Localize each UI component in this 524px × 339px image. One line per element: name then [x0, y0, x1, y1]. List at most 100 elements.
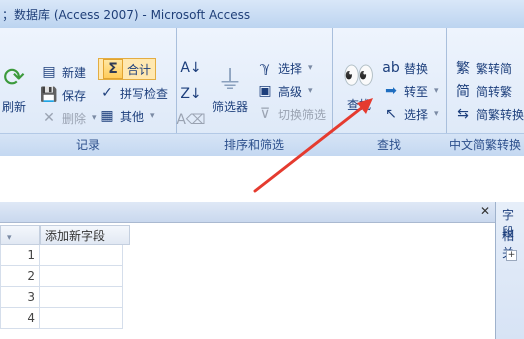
- to-simplified-icon: 繁: [456, 61, 470, 77]
- goto-icon: ➡: [385, 83, 397, 99]
- empty-cell[interactable]: [40, 287, 123, 308]
- find-button[interactable]: 👀 查找: [342, 58, 376, 113]
- advanced-filter-icon: ▣: [258, 83, 272, 99]
- save-button[interactable]: 💾 保存: [40, 85, 86, 105]
- datasheet-grid: ▾ 添加新字段 1 2 3 4: [0, 225, 130, 329]
- field-list-panel: 字段 相关 +: [495, 202, 524, 339]
- table-row[interactable]: 3: [0, 287, 130, 308]
- spelling-icon: ✓: [101, 85, 113, 101]
- refresh-button[interactable]: ⟳ 刷新: [0, 60, 30, 115]
- delete-icon: ✕: [43, 110, 55, 126]
- to-traditional-icon: 简: [456, 84, 470, 100]
- empty-cell[interactable]: [40, 245, 123, 266]
- group-find: 👀 查找 ab 替换 ➡ 转至 ▾ ↖ 选择 ▾ 查找: [332, 28, 447, 156]
- empty-cell[interactable]: [40, 308, 123, 329]
- message-bar: [0, 156, 524, 203]
- group-find-label: 查找: [332, 133, 446, 156]
- cursor-icon: ↖: [385, 106, 397, 122]
- row-number: 2: [0, 266, 40, 287]
- to-traditional-label: 简转繁: [476, 84, 513, 99]
- group-sort-filter: A↓ Z↓ A⌫ ⏚ 筛选器 ℽ 选择 ▾ ▣ 高级 ▾ ⊽ 切换筛选 排序和筛…: [176, 28, 333, 156]
- save-label: 保存: [62, 88, 87, 103]
- delete-button[interactable]: ✕ 删除 ▾: [40, 108, 97, 128]
- dropdown-arrow-icon: ▾: [434, 109, 439, 119]
- totals-label: 合计: [127, 62, 152, 77]
- sigma-icon: Σ: [103, 59, 123, 79]
- dropdown-arrow-icon: ▾: [434, 86, 439, 96]
- table-icon: ▦: [100, 108, 114, 124]
- replace-label: 替换: [404, 61, 429, 76]
- sort-ascending-button[interactable]: A↓: [180, 58, 202, 78]
- selection-filter-label: 选择: [278, 61, 303, 76]
- toggle-filter-label: 切换筛选: [278, 107, 327, 122]
- binoculars-icon: 👀: [342, 61, 376, 91]
- group-records: ⟳ 刷新 ▤ 新建 💾 保存 ✕ 删除 ▾ Σ 合计 ✓ 拼写检查 ▦ 其他 ▾: [0, 28, 177, 156]
- conversion-icon: ⇆: [457, 106, 469, 122]
- group-chinese-conversion-label: 中文简繁转换: [446, 133, 524, 156]
- expand-icon[interactable]: +: [506, 250, 517, 261]
- add-field-header[interactable]: 添加新字段: [40, 225, 130, 245]
- empty-cell[interactable]: [40, 266, 123, 287]
- totals-button[interactable]: Σ 合计: [98, 58, 157, 80]
- group-sort-filter-label: 排序和筛选: [176, 133, 332, 156]
- to-simplified-label: 繁转简: [476, 61, 513, 76]
- table-row[interactable]: 4: [0, 308, 130, 329]
- toggle-filter-button[interactable]: ⊽ 切换筛选: [256, 104, 326, 124]
- document-area: ✕ ▾ 添加新字段 1 2 3 4 字段 相关 +: [0, 156, 524, 339]
- advanced-filter-label: 高级: [278, 84, 303, 99]
- row-number: 4: [0, 308, 40, 329]
- clear-sort-button[interactable]: A⌫: [176, 110, 206, 130]
- selection-filter-icon: ℽ: [259, 60, 271, 76]
- dropdown-arrow-icon: ▾: [7, 233, 12, 243]
- table-row[interactable]: 1: [0, 245, 130, 266]
- new-record-button[interactable]: ▤ 新建: [40, 62, 86, 82]
- goto-button[interactable]: ➡ 转至 ▾: [382, 81, 439, 101]
- refresh-label: 刷新: [1, 100, 26, 114]
- dropdown-arrow-icon: ▾: [308, 63, 313, 73]
- conversion-button[interactable]: ⇆ 简繁转换: [454, 104, 524, 124]
- toggle-filter-icon: ⊽: [259, 106, 271, 122]
- find-label: 查找: [346, 98, 371, 112]
- sort-descending-button[interactable]: Z↓: [180, 84, 202, 104]
- table-row[interactable]: 2: [0, 266, 130, 287]
- sort-ascending-icon: A↓: [180, 60, 202, 76]
- datasheet-panel: ✕ ▾ 添加新字段 1 2 3 4: [0, 202, 497, 339]
- datasheet-tab-bar: ✕: [0, 202, 496, 223]
- replace-icon: ab: [382, 60, 400, 76]
- header-id[interactable]: ▾: [0, 225, 40, 245]
- header-row: ▾ 添加新字段: [0, 225, 130, 245]
- group-records-label: 记录: [0, 133, 176, 156]
- advanced-filter-button[interactable]: ▣ 高级 ▾: [256, 81, 313, 101]
- spelling-label: 拼写检查: [120, 86, 169, 101]
- select-label: 选择: [404, 107, 429, 122]
- row-number: 1: [0, 245, 40, 266]
- spelling-button[interactable]: ✓ 拼写检查: [98, 83, 168, 103]
- save-icon: 💾: [40, 87, 58, 103]
- new-record-icon: ▤: [42, 64, 56, 80]
- new-record-label: 新建: [62, 65, 87, 80]
- goto-label: 转至: [404, 84, 429, 99]
- select-button[interactable]: ↖ 选择 ▾: [382, 104, 439, 124]
- dropdown-arrow-icon: ▾: [308, 86, 313, 96]
- to-simplified-button[interactable]: 繁 繁转简: [454, 58, 512, 78]
- refresh-icon: ⟳: [3, 63, 25, 93]
- close-icon[interactable]: ✕: [480, 204, 490, 218]
- group-chinese-conversion: 繁 繁转简 简 简转繁 ⇆ 简繁转换 中文简繁转换: [446, 28, 524, 156]
- dropdown-arrow-icon: ▾: [92, 113, 97, 123]
- more-button[interactable]: ▦ 其他 ▾: [98, 106, 155, 126]
- clear-sort-icon: A⌫: [176, 112, 206, 128]
- dropdown-arrow-icon: ▾: [150, 111, 155, 121]
- window-title: ；数据库 (Access 2007) - Microsoft Access: [2, 8, 251, 22]
- more-label: 其他: [120, 109, 145, 124]
- title-bar: ；数据库 (Access 2007) - Microsoft Access: [0, 0, 524, 29]
- row-number: 3: [0, 287, 40, 308]
- to-traditional-button[interactable]: 简 简转繁: [454, 81, 512, 101]
- delete-label: 删除: [62, 111, 87, 126]
- sort-descending-icon: Z↓: [180, 86, 202, 102]
- replace-button[interactable]: ab 替换: [382, 58, 428, 78]
- conversion-label: 简繁转换: [476, 107, 524, 122]
- selection-filter-button[interactable]: ℽ 选择 ▾: [256, 58, 313, 78]
- ribbon: ⟳ 刷新 ▤ 新建 💾 保存 ✕ 删除 ▾ Σ 合计 ✓ 拼写检查 ▦ 其他 ▾: [0, 28, 524, 157]
- filter-label: 筛选器: [211, 100, 248, 114]
- filter-button[interactable]: ⏚ 筛选器: [210, 58, 250, 115]
